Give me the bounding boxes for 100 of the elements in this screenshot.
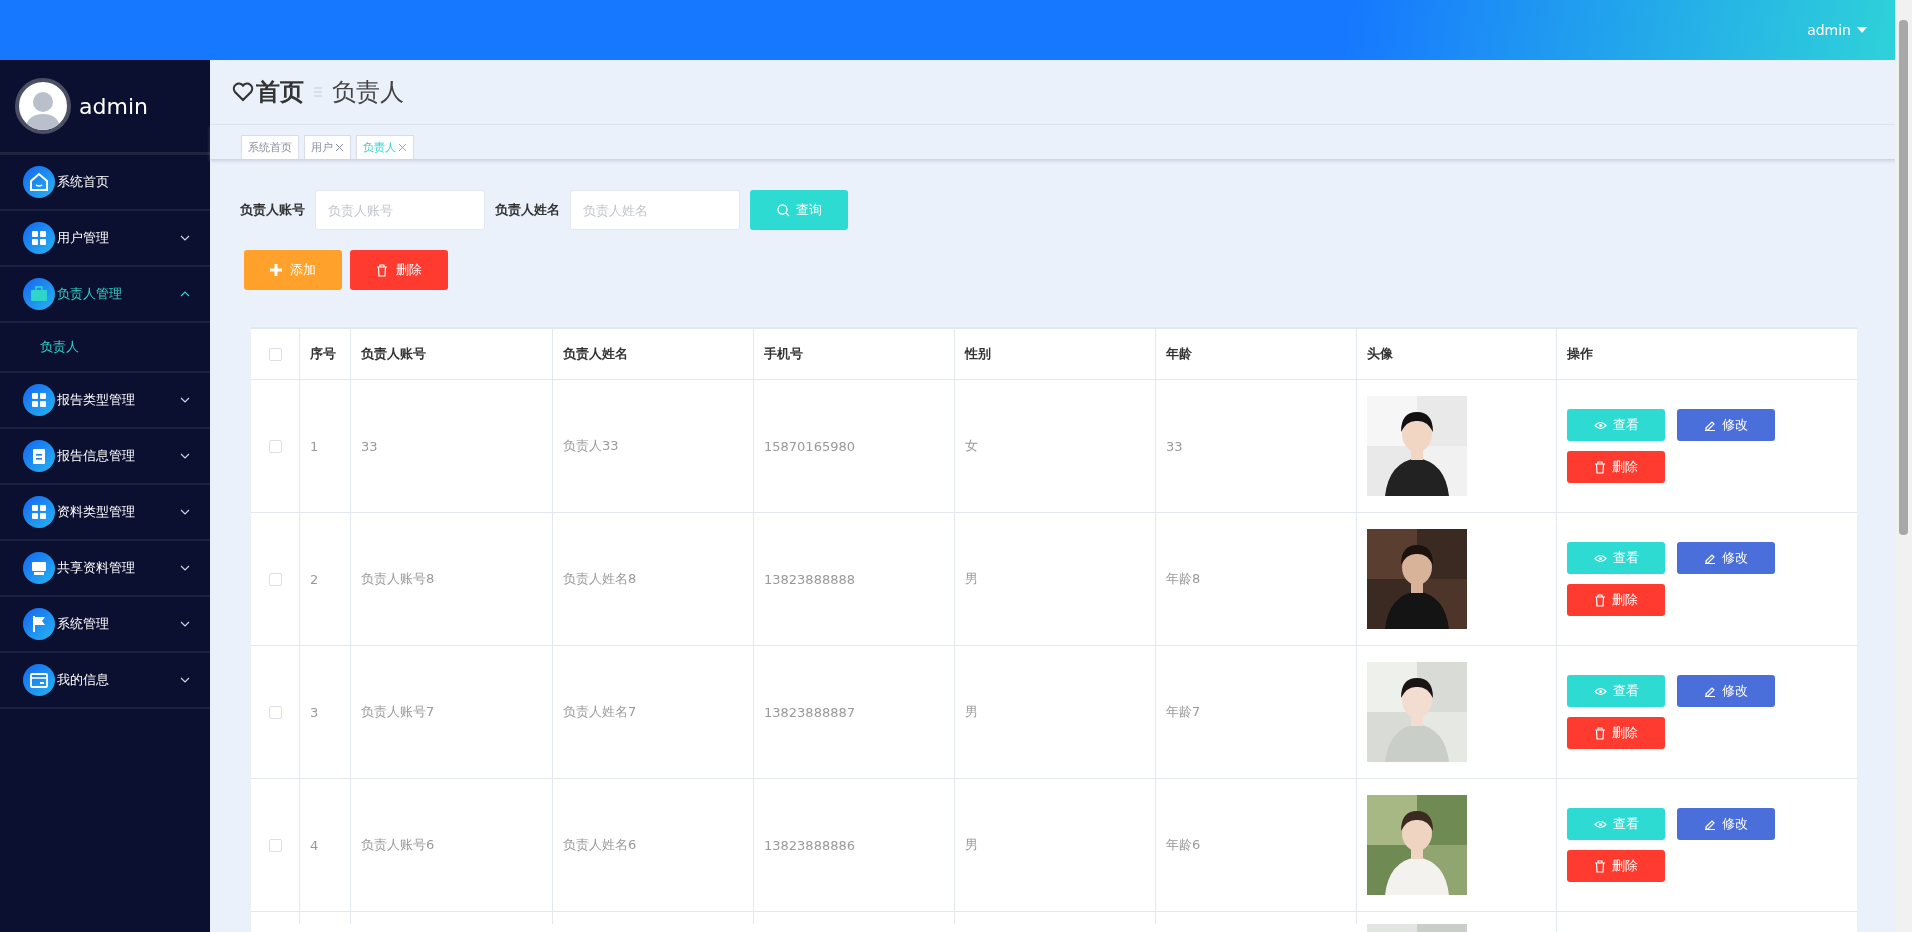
table-cell: 负责人账号6: [351, 779, 553, 911]
field-label: 负责人姓名: [495, 201, 560, 219]
chevron-icon: [180, 291, 190, 297]
flag-icon: [23, 608, 55, 640]
table-cell: 负责人账号8: [351, 513, 553, 645]
checkbox[interactable]: [268, 347, 282, 361]
column-header: 手机号: [754, 329, 955, 379]
menu-item[interactable]: 我的信息: [0, 653, 210, 709]
column-header: 负责人姓名: [553, 329, 754, 379]
table-cell: 男: [955, 646, 1156, 778]
column-header: 性别: [955, 329, 1156, 379]
breadcrumb-current: 负责人: [332, 77, 404, 108]
trash-icon: [376, 263, 388, 277]
checkbox[interactable]: [268, 705, 282, 719]
table-cell: 13823888888: [754, 513, 955, 645]
column-header: 负责人账号: [351, 329, 553, 379]
menu-item[interactable]: 负责人管理: [0, 267, 210, 323]
checkbox[interactable]: [268, 838, 282, 852]
table-cell: 年龄7: [1156, 646, 1357, 778]
menu-item[interactable]: 报告类型管理: [0, 373, 210, 429]
table-cell: 女: [955, 380, 1156, 512]
caret-icon: [1857, 27, 1867, 33]
close-icon[interactable]: [335, 143, 344, 152]
menu-item[interactable]: 资料类型管理: [0, 485, 210, 541]
eye-icon: [1593, 553, 1607, 563]
checkbox[interactable]: [268, 572, 282, 586]
column-header: 头像: [1357, 329, 1557, 379]
monitor-icon: [23, 552, 55, 584]
chevron-icon: [180, 235, 190, 241]
edit-button[interactable]: 修改: [1677, 808, 1775, 840]
table-cell: 男: [955, 779, 1156, 911]
input-field[interactable]: 负责人姓名: [570, 190, 740, 230]
table-cell: 33: [1156, 380, 1357, 512]
table-cell: 15870165980: [754, 380, 955, 512]
grid-icon: [23, 384, 55, 416]
chevron-icon: [180, 565, 190, 571]
plus-icon: [270, 264, 282, 276]
delete-button[interactable]: 删除: [1567, 584, 1665, 616]
submenu-item[interactable]: 负责人: [0, 323, 210, 373]
close-icon[interactable]: [398, 143, 407, 152]
table-cell: 2: [300, 513, 351, 645]
trash-icon: [1594, 460, 1606, 474]
table-cell: 负责人姓名8: [553, 513, 754, 645]
chevron-icon: [180, 453, 190, 459]
chevron-icon: [180, 397, 190, 403]
edit-button[interactable]: 修改: [1677, 542, 1775, 574]
table-cell: 13823888887: [754, 646, 955, 778]
table-cell: 33: [351, 380, 553, 512]
edit-button[interactable]: 修改: [1677, 409, 1775, 441]
delete-button[interactable]: 删除: [1567, 850, 1665, 882]
table-cell: 年龄8: [1156, 513, 1357, 645]
field-label: 负责人账号: [240, 201, 305, 219]
briefcase-icon: [23, 278, 55, 310]
grid-icon: [23, 496, 55, 528]
card-icon: [23, 664, 55, 696]
table-cell: 负责人姓名6: [553, 779, 754, 911]
chevron-icon: [180, 621, 190, 627]
tab[interactable]: 用户: [304, 135, 351, 159]
clipboard-icon: [23, 440, 55, 472]
tab[interactable]: 系统首页: [241, 135, 299, 159]
grid-icon: [23, 222, 55, 254]
pen-icon: [1704, 552, 1716, 564]
scrollbar[interactable]: [1895, 0, 1912, 932]
home-icon: [23, 166, 55, 198]
table-cell: 13823888886: [754, 779, 955, 911]
eye-icon: [1593, 686, 1607, 696]
menu-item[interactable]: 用户管理: [0, 211, 210, 267]
eye-icon: [1593, 420, 1607, 430]
chevron-icon: [180, 677, 190, 683]
table-cell: 3: [300, 646, 351, 778]
username: admin: [79, 93, 148, 119]
column-header: 年龄: [1156, 329, 1357, 379]
search-icon: [776, 203, 790, 217]
checkbox[interactable]: [268, 439, 282, 453]
delete-button[interactable]: 删除: [350, 250, 448, 290]
menu-item[interactable]: 报告信息管理: [0, 429, 210, 485]
input-field[interactable]: 负责人账号: [315, 190, 485, 230]
pen-icon: [1704, 818, 1716, 830]
trash-icon: [1594, 859, 1606, 873]
column-header: 序号: [300, 329, 351, 379]
edit-button[interactable]: 修改: [1677, 675, 1775, 707]
table-cell: 男: [955, 513, 1156, 645]
menu-item[interactable]: 共享资料管理: [0, 541, 210, 597]
avatar: [15, 78, 71, 134]
table-cell: 1: [300, 380, 351, 512]
trash-icon: [1594, 726, 1606, 740]
table-cell: 负责人33: [553, 380, 754, 512]
table-cell: 4: [300, 779, 351, 911]
delete-button[interactable]: 删除: [1567, 451, 1665, 483]
table-cell: 负责人姓名7: [553, 646, 754, 778]
heart-icon: [232, 82, 254, 102]
menu-item[interactable]: 系统首页: [0, 155, 210, 211]
pen-icon: [1704, 685, 1716, 697]
menu-item[interactable]: 系统管理: [0, 597, 210, 653]
column-header: 操作: [1566, 345, 1594, 363]
chevron-icon: [180, 509, 190, 515]
delete-button[interactable]: 删除: [1567, 717, 1665, 749]
trash-icon: [1594, 593, 1606, 607]
pen-icon: [1704, 419, 1716, 431]
breadcrumb-home[interactable]: 首页: [232, 76, 304, 108]
